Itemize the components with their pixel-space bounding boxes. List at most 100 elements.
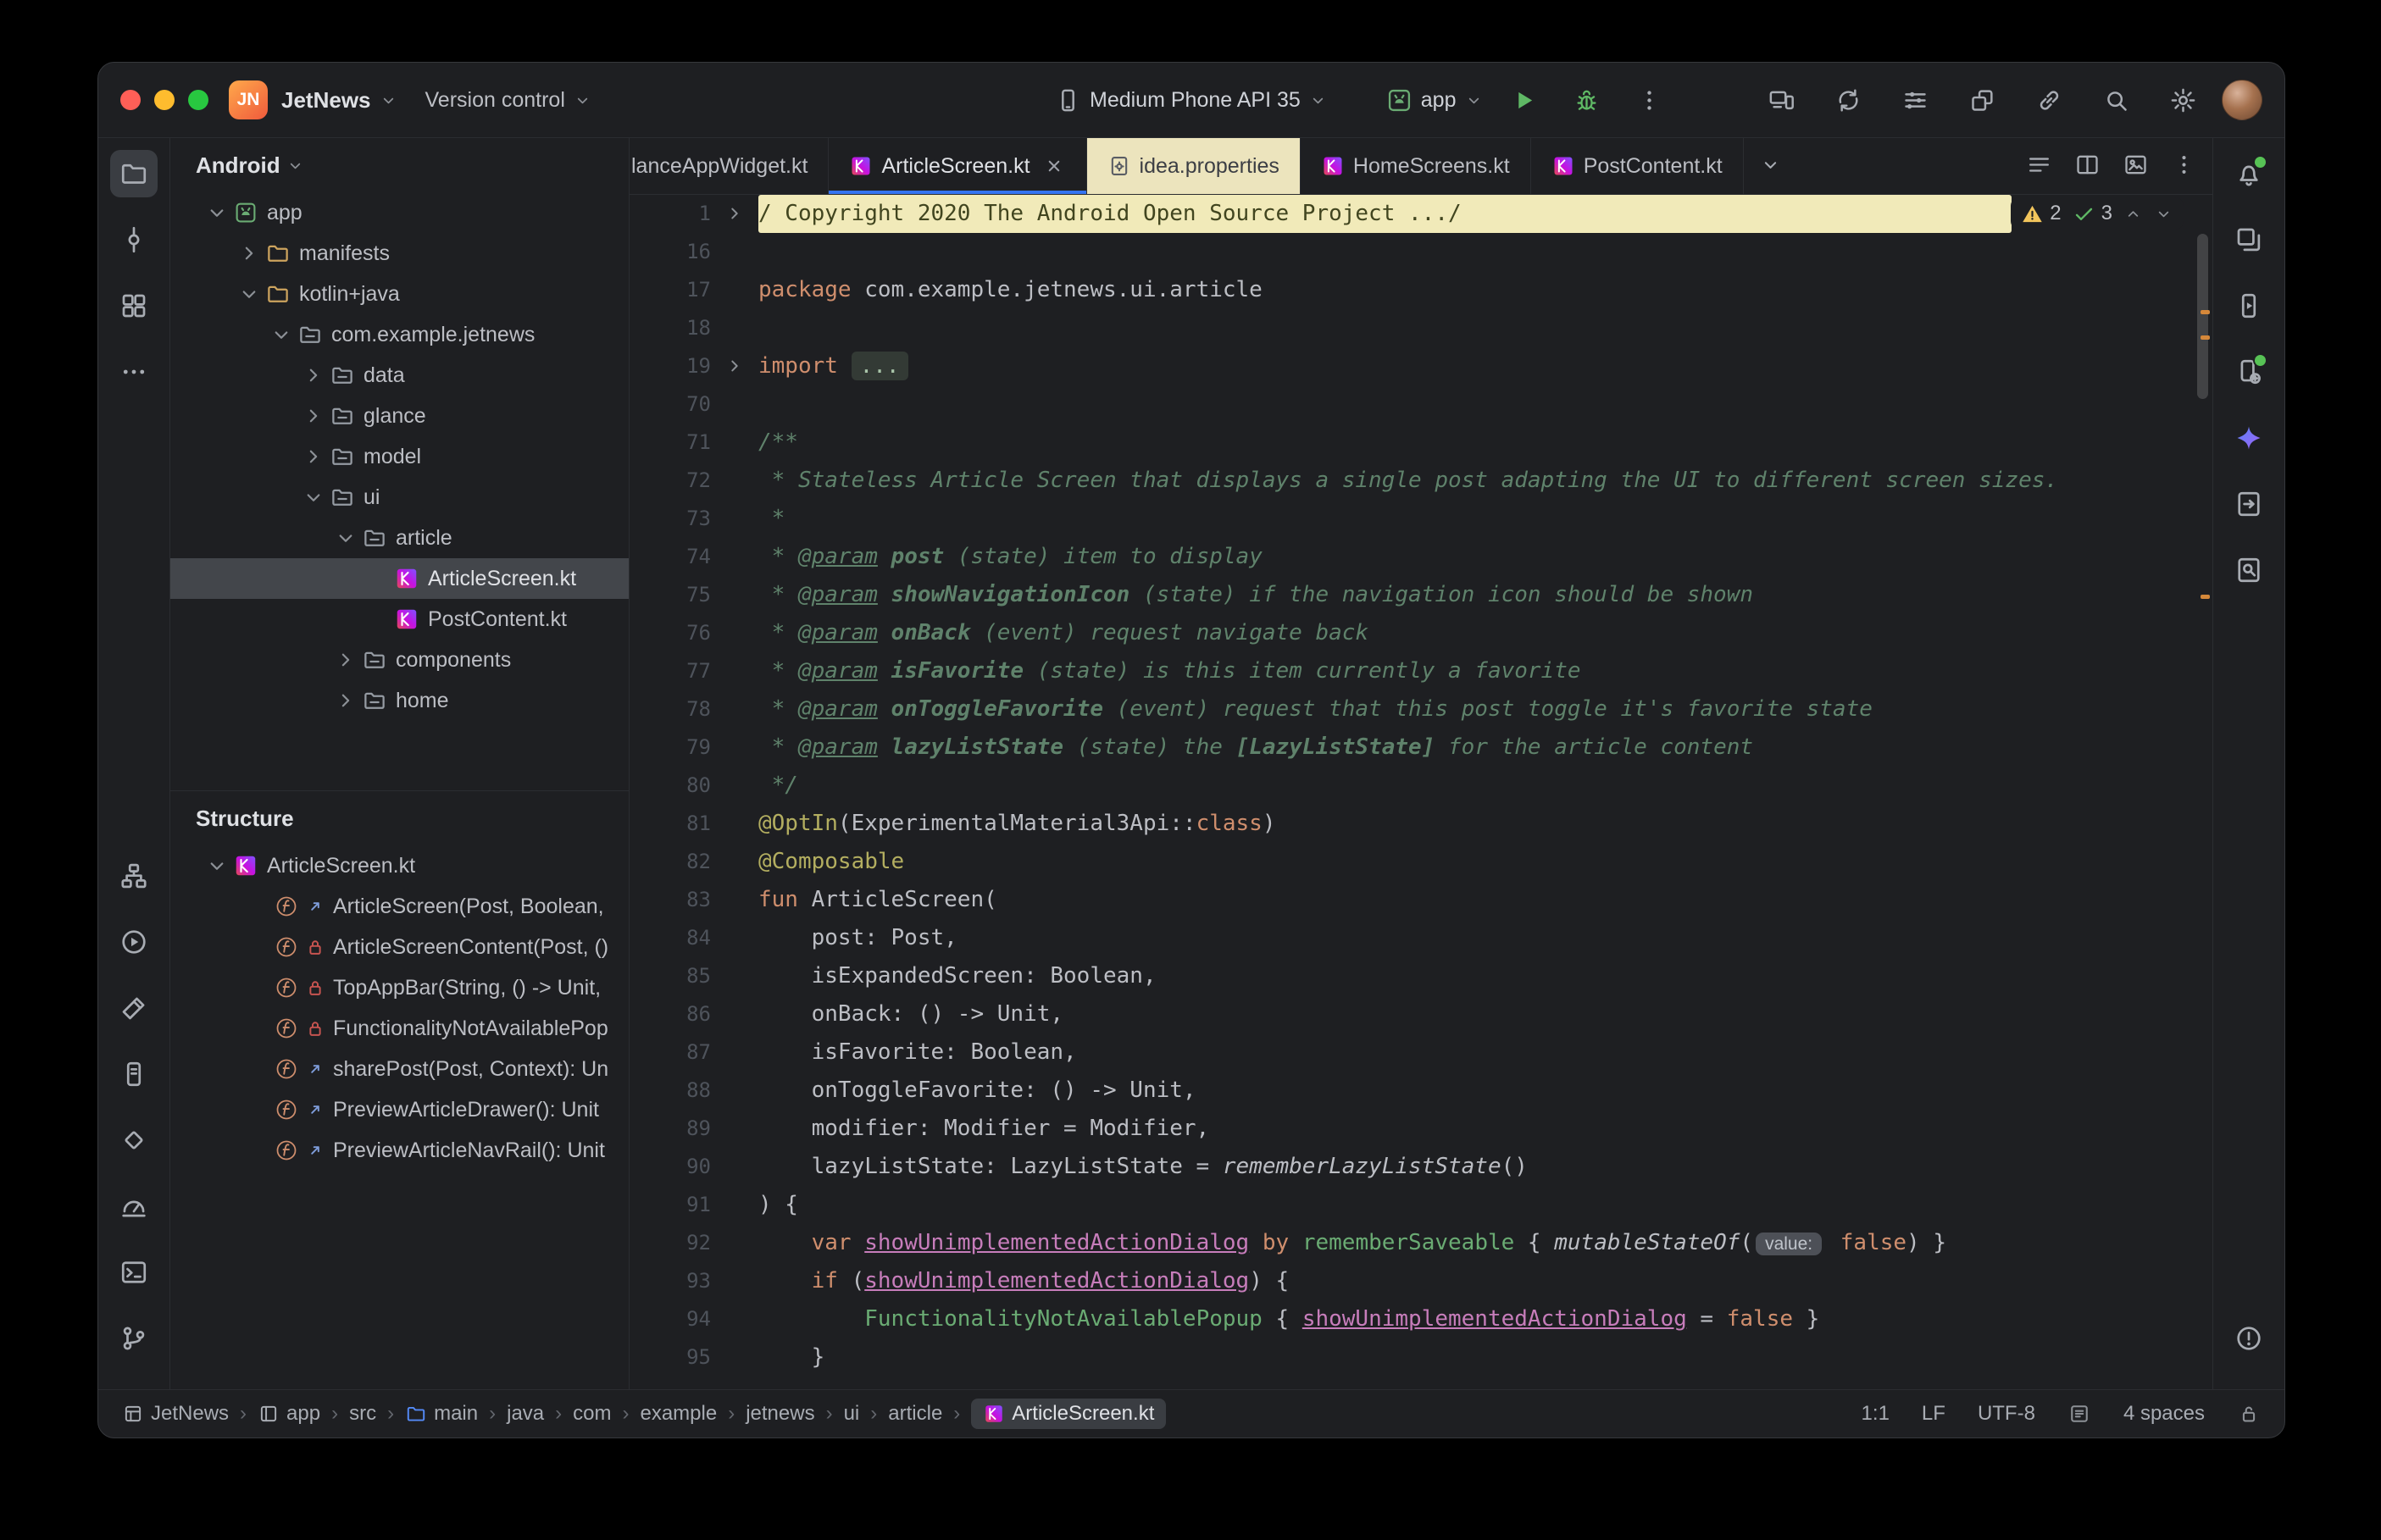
close-window-button[interactable] [120,90,141,110]
encoding[interactable]: UTF-8 [1978,1402,2035,1426]
caret-position[interactable]: 1:1 [1862,1402,1890,1426]
line-number[interactable]: 82 [630,843,711,881]
breadcrumb-ui[interactable]: ui [844,1402,860,1426]
more-tool-windows-button[interactable] [110,348,158,396]
line-number[interactable]: 87 [630,1033,711,1072]
tree-item-components[interactable]: components [170,640,629,680]
line-ending[interactable]: LF [1922,1402,1945,1426]
tree-item-home[interactable]: home [170,680,629,721]
passed-indicator[interactable]: 3 [2073,202,2112,225]
app-quality-insights-button[interactable] [2225,480,2273,528]
editor-list-button[interactable] [2026,152,2052,180]
line-number[interactable]: 19 [630,347,711,385]
tree-item-articlescreen-kt[interactable]: ArticleScreen.kt [170,558,629,599]
line-number[interactable]: 75 [630,576,711,614]
structure-item-topappbar-string-unit[interactable]: TopAppBar(String, () -> Unit, [170,967,629,1008]
tree-item-article[interactable]: article [170,518,629,558]
app-insights-button[interactable] [110,1116,158,1164]
line-number[interactable]: 93 [630,1262,711,1300]
run-tool-button[interactable] [110,918,158,966]
project-switcher[interactable]: JetNews [281,87,398,114]
tree-item-ui[interactable]: ui [170,477,629,518]
tree-item-postcontent-kt[interactable]: PostContent.kt [170,599,629,640]
line-number[interactable]: 91 [630,1186,711,1224]
line-number[interactable]: 18 [630,309,711,347]
indent-setting[interactable]: 4 spaces [2123,1402,2205,1426]
scrollbar-warning-mark[interactable] [2201,595,2210,599]
breadcrumb-com[interactable]: com [573,1402,611,1426]
link-assistant-button[interactable] [2027,78,2071,122]
close-tab-icon[interactable] [1042,154,1066,178]
line-number[interactable]: 79 [630,728,711,767]
line-number[interactable]: 17 [630,271,711,309]
editor-scrollbar[interactable] [2197,234,2208,399]
hidden-tabs-button[interactable] [1759,153,1782,179]
hierarchy-tool-button[interactable] [110,852,158,900]
indent-widget[interactable] [2067,1402,2091,1426]
more-run-actions-button[interactable] [1628,78,1672,122]
tree-item-model[interactable]: model [170,436,629,477]
breadcrumb-article[interactable]: article [888,1402,942,1426]
line-number[interactable]: 1 [630,195,711,233]
line-number[interactable]: 89 [630,1110,711,1148]
next-problem-button[interactable] [2154,204,2173,224]
fold-toggle[interactable] [716,195,753,237]
profiler-button[interactable] [110,1183,158,1230]
line-number[interactable]: 80 [630,767,711,805]
fold-toggle[interactable] [716,347,753,390]
structure-root-articlescreen-kt[interactable]: ArticleScreen.kt [170,845,629,886]
tree-item-data[interactable]: data [170,355,629,396]
breadcrumb-main[interactable]: main [405,1402,478,1426]
line-number[interactable]: 76 [630,614,711,652]
build-tool-button[interactable] [110,984,158,1032]
structure-item-articlescreen-post-boolean[interactable]: ArticleScreen(Post, Boolean, [170,886,629,927]
gemini-button[interactable] [2225,414,2273,462]
line-number[interactable]: 72 [630,462,711,500]
breadcrumb-articlescreen-kt[interactable]: ArticleScreen.kt [971,1399,1167,1429]
breadcrumb-example[interactable]: example [640,1402,717,1426]
tab-homescreens-kt[interactable]: HomeScreens.kt [1301,138,1531,194]
line-number[interactable]: 77 [630,652,711,690]
file-lock-widget[interactable] [2237,1402,2261,1426]
structure-item-articlescreencontent-post[interactable]: ArticleScreenContent(Post, () [170,927,629,967]
device-mirroring-button[interactable] [1759,78,1803,122]
layout-inspector-button[interactable] [2225,216,2273,263]
tree-item-com-example-jetnews[interactable]: com.example.jetnews [170,314,629,355]
version-control-button[interactable] [110,1315,158,1362]
sync-project-button[interactable] [1826,78,1870,122]
line-number[interactable]: 85 [630,957,711,995]
code-editor[interactable]: 1/ Copyright 2020 The Android Open Sourc… [630,195,2212,1389]
line-number[interactable]: 88 [630,1072,711,1110]
tree-item-manifests[interactable]: manifests [170,233,629,274]
tab-idea-properties[interactable]: idea.properties [1086,138,1301,194]
line-number[interactable]: 86 [630,995,711,1033]
tab-postcontent-kt[interactable]: PostContent.kt [1531,138,1744,194]
build-variants-button[interactable] [1893,78,1937,122]
line-number[interactable]: 73 [630,500,711,538]
line-number[interactable]: 84 [630,919,711,957]
line-number[interactable]: 95 [630,1338,711,1377]
line-number[interactable]: 92 [630,1224,711,1262]
problems-button[interactable] [2225,1315,2273,1362]
line-number[interactable]: 16 [630,233,711,271]
run-config-selector[interactable]: app [1385,86,1484,114]
line-number[interactable]: 81 [630,805,711,843]
debug-button[interactable] [1565,78,1609,122]
line-number[interactable]: 90 [630,1148,711,1186]
device-manager-button[interactable] [2225,348,2273,396]
device-explorer-button[interactable] [110,1050,158,1098]
structure-item-previewarticlenavrail-unit[interactable]: PreviewArticleNavRail(): Unit [170,1130,629,1171]
structure-item-previewarticledrawer-unit[interactable]: PreviewArticleDrawer(): Unit [170,1089,629,1130]
running-devices-button[interactable] [2225,282,2273,330]
search-everywhere-button[interactable] [2094,78,2138,122]
fullscreen-window-button[interactable] [188,90,208,110]
plugins-button[interactable] [1960,78,2004,122]
run-button[interactable] [1502,78,1546,122]
preview-button[interactable] [2123,152,2149,180]
user-avatar[interactable] [2222,80,2262,120]
commit-tool-button[interactable] [110,216,158,263]
line-number[interactable]: 71 [630,424,711,462]
terminal-tool-button[interactable] [110,1249,158,1296]
scrollbar-warning-mark[interactable] [2201,310,2210,314]
scrollbar-warning-mark[interactable] [2201,335,2210,340]
